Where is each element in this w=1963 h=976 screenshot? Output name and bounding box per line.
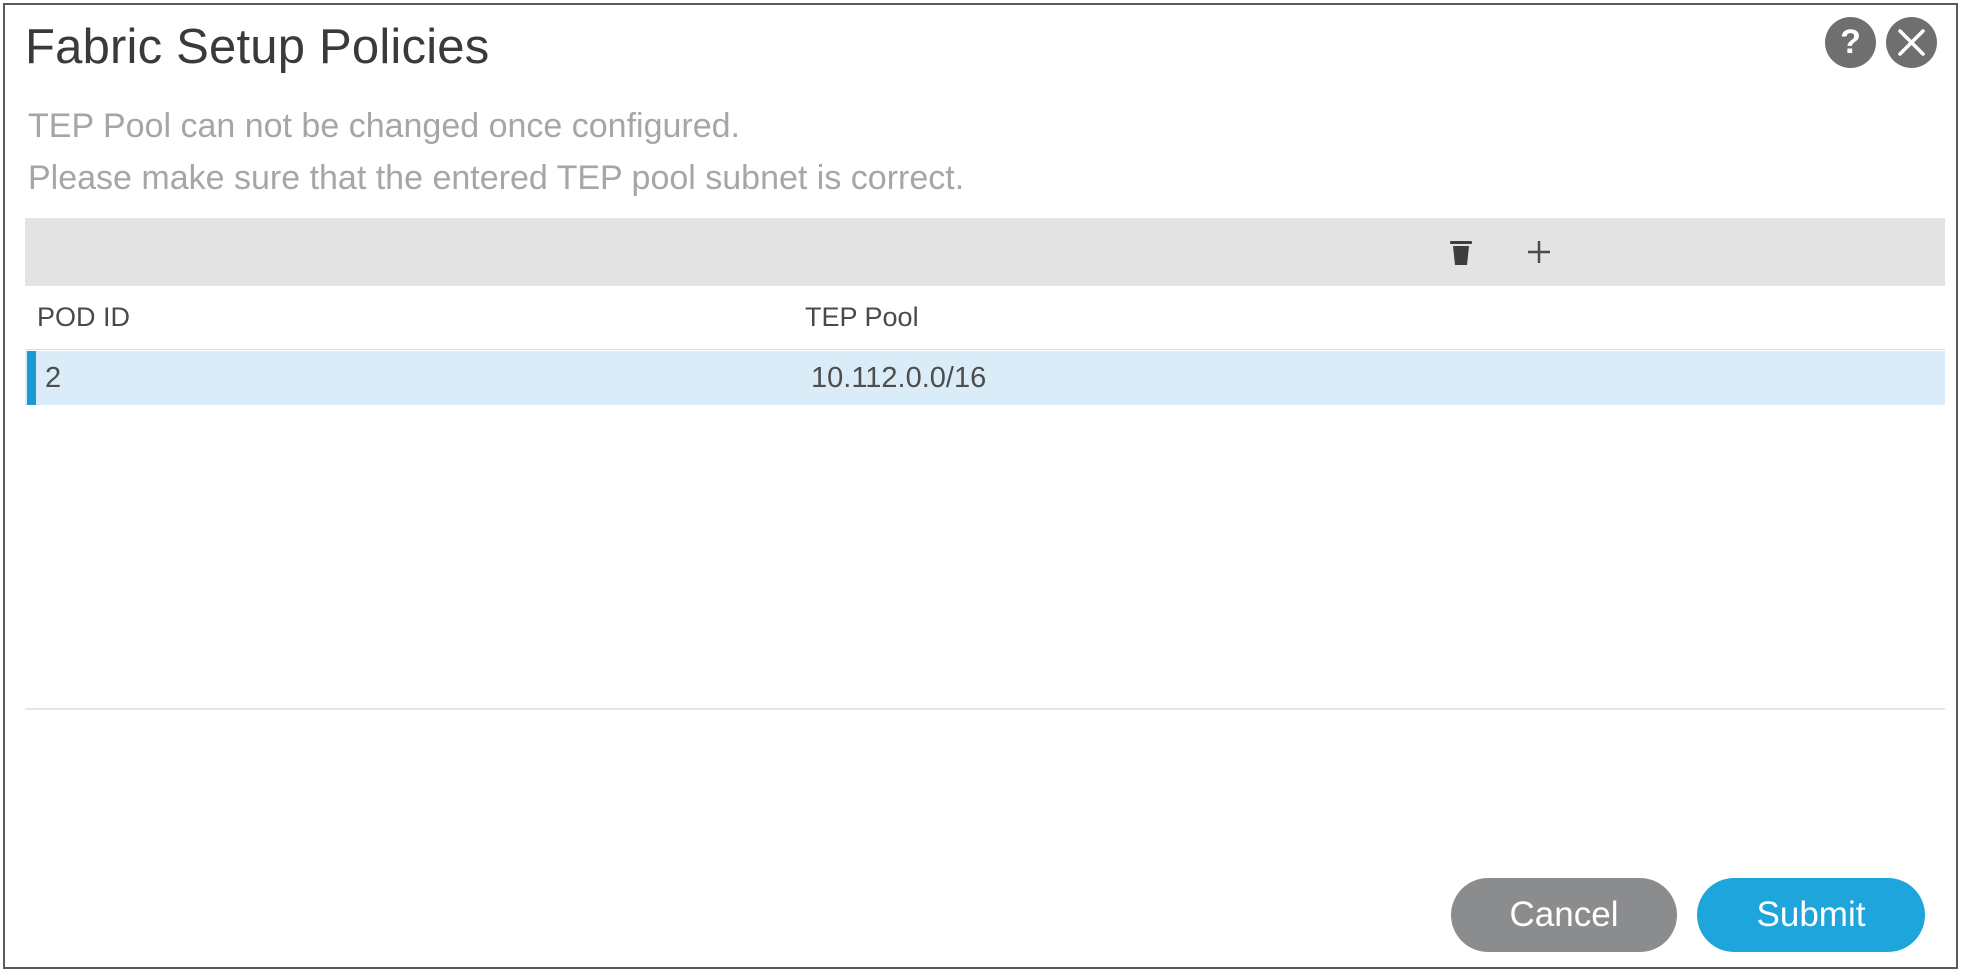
note-line-1: TEP Pool can not be changed once configu… <box>28 107 740 145</box>
warning-notes: TEP Pool can not be changed once configu… <box>28 100 964 204</box>
column-header-pod-id[interactable]: POD ID <box>37 299 130 335</box>
submit-button[interactable]: Submit <box>1697 878 1925 952</box>
trash-glyph <box>1450 241 1472 265</box>
cell-tep-pool: 10.112.0.0/16 <box>811 362 987 394</box>
plus-icon[interactable] <box>1519 232 1559 272</box>
cell-pod-id: 2 <box>45 362 62 394</box>
row-selection-marker <box>27 351 36 405</box>
dialog-title: Fabric Setup Policies <box>25 20 490 74</box>
table-bottom-divider <box>25 708 1945 710</box>
table-toolbar <box>25 218 1945 286</box>
note-line-2: Please make sure that the entered TEP po… <box>28 159 965 197</box>
close-icon[interactable] <box>1886 17 1937 68</box>
fabric-setup-policies-dialog: Fabric Setup Policies ? TEP Pool can not… <box>3 3 1958 969</box>
trash-icon[interactable] <box>1441 232 1481 272</box>
svg-text:?: ? <box>1840 23 1861 61</box>
help-icon[interactable]: ? <box>1825 17 1876 68</box>
plus-glyph <box>1528 241 1550 263</box>
column-header-tep-pool[interactable]: TEP Pool <box>805 299 919 335</box>
table-row[interactable]: 2 10.112.0.0/16 <box>25 351 1945 405</box>
cancel-button[interactable]: Cancel <box>1451 878 1677 952</box>
close-glyph <box>1898 29 1925 56</box>
help-glyph: ? <box>1840 23 1861 61</box>
header-actions: ? <box>1825 17 1937 68</box>
header-divider <box>25 349 1945 350</box>
